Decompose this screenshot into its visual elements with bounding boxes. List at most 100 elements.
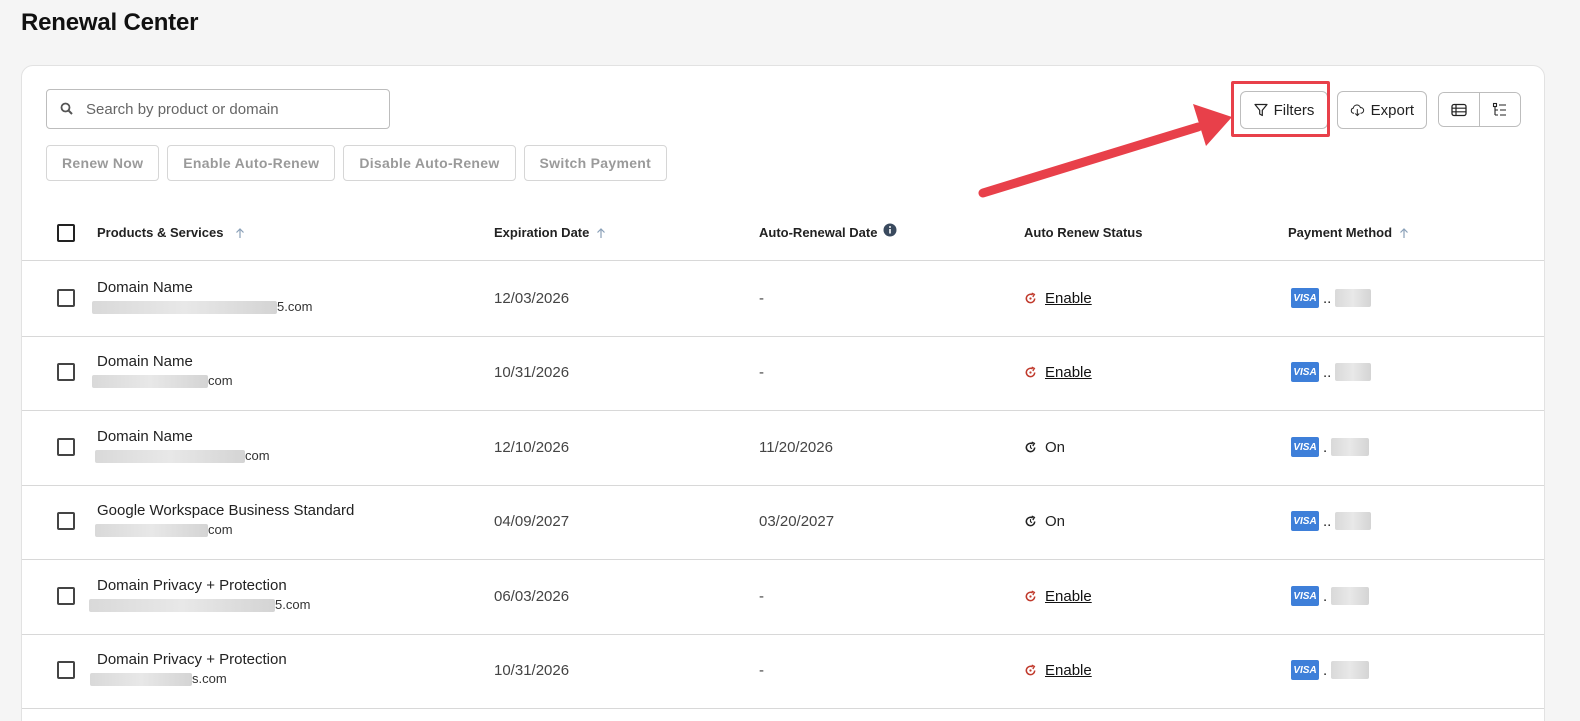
col-payment[interactable]: Payment Method	[1288, 225, 1410, 240]
visa-card-icon: VISA	[1291, 586, 1319, 606]
product-name: Domain Privacy + Protection	[97, 651, 287, 668]
table-row: Domain Privacy + Protection s.com 10/31/…	[22, 634, 1544, 709]
auto-renew-status: On	[1024, 513, 1065, 530]
product-name: Domain Privacy + Protection	[97, 577, 287, 594]
cloud-download-icon	[1350, 104, 1365, 117]
expiration-date: 04/09/2027	[494, 513, 570, 530]
redacted-card-number	[1331, 661, 1370, 679]
card-mask: .	[1323, 587, 1328, 605]
filters-button[interactable]: Filters	[1240, 91, 1328, 129]
col-auto-renewal: Auto-Renewal Date	[759, 223, 897, 240]
redacted-domain	[95, 450, 245, 463]
payment-method: VISA .	[1291, 660, 1370, 680]
auto-renewal-date: -	[759, 662, 764, 679]
product-domain: com	[92, 373, 233, 388]
card-mask: .	[1323, 438, 1328, 456]
visa-card-icon: VISA	[1291, 437, 1319, 457]
filters-label: Filters	[1273, 101, 1315, 119]
row-checkbox[interactable]	[57, 438, 75, 456]
auto-renew-on-label: On	[1045, 513, 1066, 530]
table-row: Domain Name 5.com 12/03/2026 - Enable VI…	[22, 262, 1544, 337]
auto-renew-on-label: On	[1045, 439, 1066, 456]
auto-renewal-date: 03/20/2027	[759, 513, 835, 530]
search-icon	[60, 102, 74, 116]
enable-auto-renew-link[interactable]: Enable	[1045, 588, 1092, 605]
renew-off-icon	[1025, 292, 1036, 304]
select-all-checkbox[interactable]	[57, 224, 75, 242]
auto-renew-status[interactable]: Enable	[1024, 364, 1092, 381]
enable-auto-renew-link[interactable]: Enable	[1045, 364, 1092, 381]
domain-suffix: com	[245, 448, 270, 463]
row-checkbox[interactable]	[57, 363, 75, 381]
row-checkbox[interactable]	[57, 512, 75, 530]
enable-auto-renew-link[interactable]: Enable	[1045, 290, 1092, 307]
col-expiration-label: Expiration Date	[494, 225, 590, 240]
expiration-date: 12/03/2026	[494, 290, 570, 307]
table-header: Products & Services Expiration Date Auto…	[22, 206, 1544, 261]
table-view-icon	[1451, 103, 1467, 116]
expiration-date: 12/10/2026	[494, 439, 570, 456]
auto-renew-status[interactable]: Enable	[1024, 662, 1092, 679]
product-domain: com	[95, 448, 270, 463]
domain-suffix: com	[208, 373, 233, 388]
renew-off-icon	[1025, 664, 1036, 676]
col-status: Auto Renew Status	[1024, 225, 1142, 240]
product-name: Domain Name	[97, 279, 193, 296]
product-name: Domain Name	[97, 428, 193, 445]
view-toggle	[1438, 92, 1521, 127]
visa-card-icon: VISA	[1291, 362, 1319, 382]
table-row: Domain Privacy + Protection 5.com 06/03/…	[22, 560, 1544, 635]
product-domain: s.com	[90, 671, 227, 686]
auto-renew-status[interactable]: Enable	[1024, 588, 1092, 605]
renew-on-icon	[1025, 515, 1036, 527]
export-button[interactable]: Export	[1337, 91, 1427, 129]
renew-now-button[interactable]: Renew Now	[46, 145, 160, 181]
product-domain: 5.com	[92, 299, 312, 314]
renew-on-icon	[1025, 441, 1036, 453]
table-row: Domain Name com 12/10/2026 11/20/2026 On…	[22, 411, 1544, 486]
redacted-card-number	[1335, 363, 1372, 381]
payment-method: VISA .	[1291, 586, 1370, 606]
row-checkbox[interactable]	[57, 289, 75, 307]
sort-arrow-icon	[1400, 227, 1408, 238]
disable-auto-renew-button[interactable]: Disable Auto-Renew	[343, 145, 516, 181]
auto-renew-status[interactable]: Enable	[1024, 290, 1092, 307]
redacted-domain	[92, 375, 208, 388]
product-name: Domain Name	[97, 353, 193, 370]
row-checkbox[interactable]	[57, 587, 75, 605]
tree-view-button[interactable]	[1480, 93, 1520, 126]
search-input[interactable]	[86, 100, 389, 118]
renew-off-icon	[1025, 366, 1036, 378]
info-icon[interactable]	[883, 223, 897, 237]
redacted-card-number	[1335, 512, 1372, 530]
card-mask: ..	[1323, 512, 1332, 530]
card-mask: ..	[1323, 289, 1332, 307]
sort-arrow-icon	[597, 227, 606, 238]
enable-auto-renew-link[interactable]: Enable	[1045, 662, 1092, 679]
search-box[interactable]	[46, 89, 390, 129]
redacted-domain	[90, 673, 192, 686]
payment-method: VISA ..	[1291, 362, 1372, 382]
auto-renewal-date: 11/20/2026	[759, 439, 833, 456]
table-row: Domain Name com 10/31/2026 - Enable VISA…	[22, 336, 1544, 411]
expiration-date: 06/03/2026	[494, 588, 570, 605]
switch-payment-button[interactable]: Switch Payment	[523, 145, 668, 181]
redacted-card-number	[1331, 587, 1370, 605]
redacted-card-number	[1335, 289, 1372, 307]
auto-renew-status: On	[1024, 439, 1065, 456]
enable-auto-renew-button[interactable]: Enable Auto-Renew	[167, 145, 336, 181]
redacted-card-number	[1331, 438, 1370, 456]
redacted-domain	[92, 301, 277, 314]
auto-renewal-date: -	[759, 290, 764, 307]
row-checkbox[interactable]	[57, 661, 75, 679]
page-title: Renewal Center	[21, 9, 199, 36]
col-payment-label: Payment Method	[1288, 225, 1393, 240]
col-expiration[interactable]: Expiration Date	[494, 225, 607, 240]
product-domain: 5.com	[89, 597, 310, 612]
col-products[interactable]: Products & Services	[97, 225, 247, 240]
visa-card-icon: VISA	[1291, 660, 1319, 680]
sort-arrow-icon	[236, 227, 245, 238]
payment-method: VISA ..	[1291, 288, 1372, 308]
visa-card-icon: VISA	[1291, 288, 1319, 308]
table-view-button[interactable]	[1439, 93, 1480, 126]
